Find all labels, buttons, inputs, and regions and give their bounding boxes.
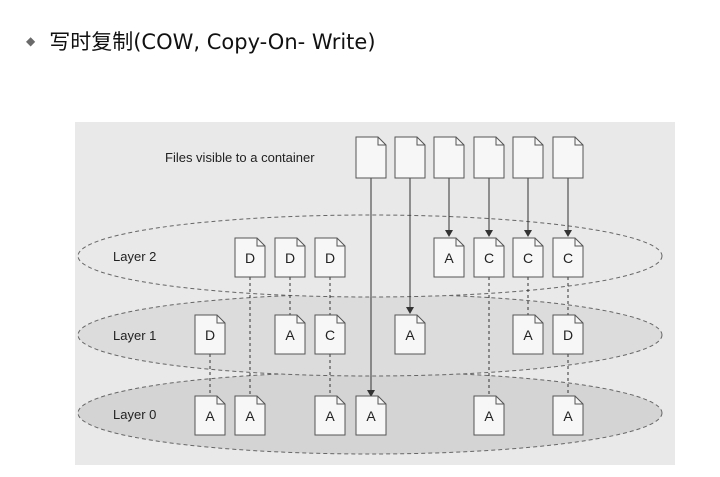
file-icon: A bbox=[274, 314, 306, 355]
file-icon: A bbox=[194, 395, 226, 436]
file-label: D bbox=[563, 327, 573, 343]
file-icon: A bbox=[433, 237, 465, 278]
cow-diagram: D D D A C C C D A C A A D A A A A A A Fi… bbox=[75, 122, 675, 465]
file-icon: C bbox=[473, 237, 505, 278]
file-icon bbox=[394, 136, 426, 179]
file-label: D bbox=[325, 250, 335, 266]
file-icon bbox=[552, 136, 584, 179]
file-label: A bbox=[366, 408, 376, 424]
file-label: A bbox=[523, 327, 533, 343]
file-icon: A bbox=[473, 395, 505, 436]
container-files bbox=[355, 136, 584, 179]
file-icon: C bbox=[512, 237, 544, 278]
file-label: A bbox=[205, 408, 215, 424]
title-text: 写时复制(COW, Copy-On- Write) bbox=[49, 30, 376, 54]
file-icon bbox=[433, 136, 465, 179]
file-label: D bbox=[245, 250, 255, 266]
file-icon: D bbox=[314, 237, 346, 278]
file-label: A bbox=[405, 327, 415, 343]
file-icon: A bbox=[394, 314, 426, 355]
file-label: A bbox=[245, 408, 255, 424]
file-label: C bbox=[563, 250, 573, 266]
file-icon bbox=[473, 136, 505, 179]
layer-2-label: Layer 2 bbox=[113, 249, 156, 264]
slide-title: ◆ 写时复制(COW, Copy-On- Write) bbox=[26, 26, 376, 56]
file-icon bbox=[512, 136, 544, 179]
file-icon: A bbox=[512, 314, 544, 355]
file-label: A bbox=[285, 327, 295, 343]
file-label: C bbox=[325, 327, 335, 343]
file-icon: A bbox=[314, 395, 346, 436]
file-icon: D bbox=[274, 237, 306, 278]
files-visible-caption: Files visible to a container bbox=[165, 150, 315, 165]
file-label: D bbox=[205, 327, 215, 343]
layer-1-label: Layer 1 bbox=[113, 328, 156, 343]
file-label: A bbox=[444, 250, 454, 266]
file-icon: A bbox=[355, 395, 387, 436]
file-label: C bbox=[484, 250, 494, 266]
file-label: A bbox=[563, 408, 573, 424]
cow-diagram-svg: D D D A C C C D A C A A D A A A A A A Fi… bbox=[77, 136, 663, 455]
file-icon: C bbox=[314, 314, 346, 355]
file-label: D bbox=[285, 250, 295, 266]
file-icon: A bbox=[552, 395, 584, 436]
file-icon: D bbox=[552, 314, 584, 355]
file-label: A bbox=[325, 408, 335, 424]
file-label: C bbox=[523, 250, 533, 266]
diamond-bullet-icon: ◆ bbox=[26, 34, 36, 48]
file-label: A bbox=[484, 408, 494, 424]
file-icon: D bbox=[194, 314, 226, 355]
file-icon: D bbox=[234, 237, 266, 278]
layer-0-label: Layer 0 bbox=[113, 407, 156, 422]
file-icon: A bbox=[234, 395, 266, 436]
file-icon: C bbox=[552, 237, 584, 278]
file-icon bbox=[355, 136, 387, 179]
